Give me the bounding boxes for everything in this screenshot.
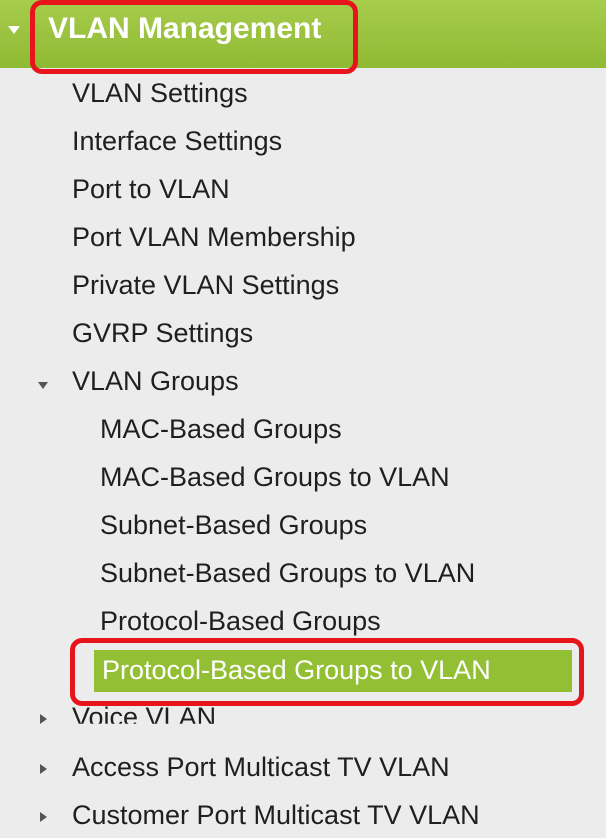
nav-subitem-protocol-based-groups-to-vlan[interactable]: Protocol-Based Groups to VLAN [102, 655, 491, 686]
nav-group-vlan-groups[interactable]: VLAN Groups [72, 366, 239, 397]
nav-subitem-mac-based-groups[interactable]: MAC-Based Groups [100, 414, 342, 445]
section-header-vlan-management[interactable]: VLAN Management [0, 0, 606, 68]
section-title: VLAN Management [48, 12, 322, 45]
collapsed-arrow-icon[interactable] [40, 714, 47, 724]
nav-item-port-to-vlan[interactable]: Port to VLAN [72, 174, 230, 205]
collapsed-arrow-icon[interactable] [40, 812, 47, 822]
nav-item-vlan-settings[interactable]: VLAN Settings [72, 78, 248, 109]
expanded-arrow-icon[interactable] [38, 382, 48, 389]
nav-subitem-protocol-based-groups[interactable]: Protocol-Based Groups [100, 606, 381, 637]
nav-subitem-subnet-based-groups-to-vlan[interactable]: Subnet-Based Groups to VLAN [100, 558, 475, 589]
nav-item-access-port-multicast-tv-vlan[interactable]: Access Port Multicast TV VLAN [72, 752, 450, 783]
expand-arrow-icon [8, 26, 20, 34]
collapsed-arrow-icon[interactable] [40, 764, 47, 774]
nav-subitem-subnet-based-groups[interactable]: Subnet-Based Groups [100, 510, 367, 541]
nav-item-gvrp-settings[interactable]: GVRP Settings [72, 318, 253, 349]
nav-item-voice-vlan[interactable]: Voice VLAN [72, 702, 216, 724]
nav-subitem-mac-based-groups-to-vlan[interactable]: MAC-Based Groups to VLAN [100, 462, 450, 493]
nav-item-port-vlan-membership[interactable]: Port VLAN Membership [72, 222, 356, 253]
nav-item-customer-port-multicast-tv-vlan[interactable]: Customer Port Multicast TV VLAN [72, 800, 480, 831]
nav-item-private-vlan-settings[interactable]: Private VLAN Settings [72, 270, 339, 301]
nav-item-interface-settings[interactable]: Interface Settings [72, 126, 282, 157]
